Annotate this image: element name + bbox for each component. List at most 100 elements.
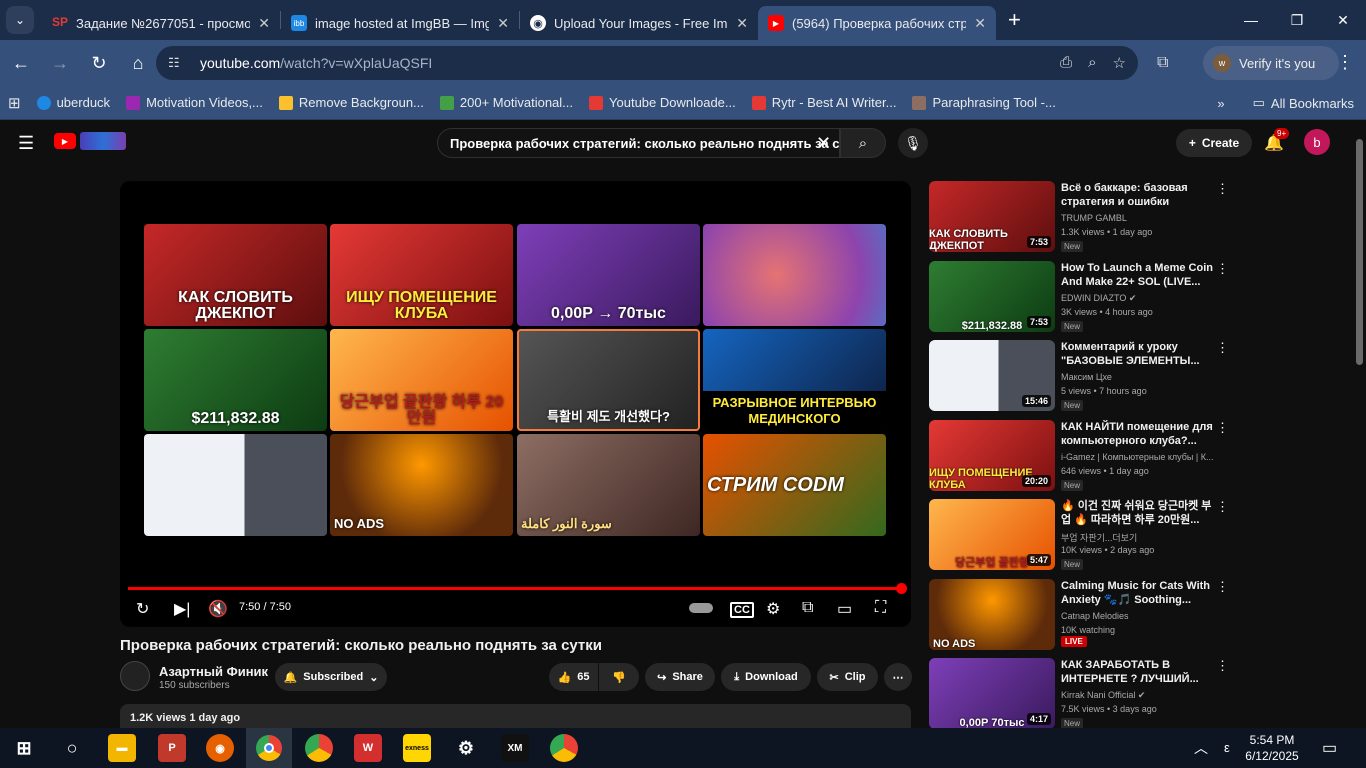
bookmark-star-icon[interactable]: ☆ (1113, 54, 1126, 72)
recommendation-item[interactable]: ИЩУ ПОМЕЩЕНИЕ КЛУБА 20:20 КАК НАЙТИ помещ… (929, 420, 1229, 492)
firefox-icon[interactable]: ◉ (206, 734, 234, 762)
tray-chevron-up-icon[interactable]: ︿ (1194, 738, 1208, 758)
recommendation-item[interactable]: КАК СЛОВИТЬ ДЖЕКПОТ 7:53 Всё о баккаре: б… (929, 181, 1229, 253)
settings-gear-icon[interactable]: ⚙ (766, 599, 780, 619)
video-title[interactable]: Комментарий к уроку "БАЗОВЫЕ ЭЛЕМЕНТЫ... (1061, 340, 1213, 368)
video-thumbnail[interactable]: 15:46 (929, 340, 1055, 411)
address-bar[interactable]: ☷ youtube.com/watch?v=wXplaUaQSFI ⎙ ⌕ ☆ (156, 46, 1138, 80)
youtube-doodle[interactable] (80, 132, 126, 150)
channel-name[interactable]: i-Gamez | Компьютерные клубы | К... (1061, 452, 1213, 462)
endscreen-video-5[interactable]: 당근부업 끝판왕 하루 20만원 (330, 329, 513, 431)
more-vertical-icon[interactable]: ⋮ (1216, 420, 1229, 436)
browser-menu-icon[interactable]: ⋮ (1336, 52, 1354, 73)
notifications-bell-icon[interactable]: 🔔 9+ (1264, 128, 1290, 153)
download-button[interactable]: ⤓ Download (721, 663, 811, 691)
video-title[interactable]: 🔥 이건 진짜 쉬워요 당근마켓 부업 🔥 따라하면 하루 20만원... (1061, 499, 1213, 527)
settings-gear-icon[interactable]: ⚙ (452, 734, 480, 762)
video-thumbnail[interactable]: 0,00Р 70тыс 4:17 (929, 658, 1055, 729)
theater-mode-icon[interactable]: ▭ (837, 599, 852, 619)
close-tab-icon[interactable]: ✕ (974, 15, 986, 32)
clip-button[interactable]: ✂ Clip (817, 663, 878, 691)
dislike-button[interactable]: 👎 (599, 663, 639, 691)
more-actions-button[interactable]: ⋯ (884, 663, 912, 691)
xm-app-icon[interactable]: XM (501, 734, 529, 762)
bookmark-2[interactable]: Remove Backgroun... (271, 95, 432, 110)
recommendation-item[interactable]: 15:46 Комментарий к уроку "БАЗОВЫЕ ЭЛЕМЕ… (929, 340, 1229, 412)
bookmark-5[interactable]: Rytr - Best AI Writer... (744, 95, 905, 110)
more-vertical-icon[interactable]: ⋮ (1216, 261, 1229, 277)
share-button[interactable]: ↪ Share (645, 663, 715, 691)
bookmark-6[interactable]: Paraphrasing Tool -... (904, 95, 1063, 110)
exness-icon[interactable]: exness (403, 734, 431, 762)
recommendation-item[interactable]: $211,832.88 7:53 How To Launch a Meme Coi… (929, 261, 1229, 333)
next-icon[interactable]: ▶| (174, 599, 190, 619)
youtube-logo-icon[interactable]: ▶ (54, 133, 76, 149)
recommendation-item[interactable]: 당근부업 끝판왕 5:47 🔥 이건 진짜 쉬워요 당근마켓 부업 🔥 따라하면 … (929, 499, 1229, 571)
endscreen-video-10[interactable]: سورة النور كاملة (517, 434, 700, 536)
input-language[interactable]: ε (1224, 740, 1230, 755)
forward-button[interactable]: → (42, 45, 78, 81)
url-text[interactable]: youtube.com/watch?v=wXplaUaQSFI (200, 55, 432, 71)
install-app-icon[interactable]: ⎙ (1060, 54, 1072, 72)
endscreen-video-1[interactable]: ИЩУ ПОМЕЩЕНИЕ КЛУБА (330, 224, 513, 326)
recommendation-item[interactable]: 0,00Р 70тыс 4:17 КАК ЗАРАБОТАТЬ В ИНТЕРНЕ… (929, 658, 1229, 730)
like-button[interactable]: 👍 65 (549, 663, 598, 691)
more-vertical-icon[interactable]: ⋮ (1216, 499, 1229, 515)
video-thumbnail[interactable]: КАК СЛОВИТЬ ДЖЕКПОТ 7:53 (929, 181, 1055, 252)
tab-search-button[interactable]: ⌄ (6, 6, 34, 34)
more-vertical-icon[interactable]: ⋮ (1216, 658, 1229, 674)
home-button[interactable]: ⌂ (120, 45, 156, 81)
channel-avatar[interactable] (120, 661, 150, 691)
scrollbar-thumb[interactable] (1356, 139, 1363, 365)
video-thumbnail[interactable]: NO ADS (929, 579, 1055, 650)
maximize-icon[interactable]: ❐ (1274, 0, 1320, 40)
start-windows-icon[interactable]: ⊞ (10, 734, 38, 762)
close-tab-icon[interactable]: ✕ (258, 15, 270, 32)
account-avatar[interactable]: b (1304, 129, 1330, 155)
fullscreen-icon[interactable]: ⛶ (875, 599, 886, 617)
miniplayer-icon[interactable]: ⧉ (802, 599, 813, 617)
mute-icon[interactable]: 🔇 (208, 599, 228, 619)
verify-profile-button[interactable]: w Verify it's you (1203, 46, 1339, 80)
clear-search-icon[interactable]: ✕ (816, 133, 831, 154)
tab-0[interactable]: SP Задание №2677051 - просмотр ✕ (42, 6, 280, 40)
endscreen-video-6[interactable]: 특활비 제도 개선했다? (517, 329, 700, 431)
zoom-icon[interactable]: ⌕ (1088, 54, 1096, 72)
endscreen-video-0[interactable]: КАК СЛОВИТЬ ДЖЕКПОТ (144, 224, 327, 326)
back-button[interactable]: ← (3, 45, 39, 81)
search-input[interactable]: Проверка рабочих стратегий: сколько реал… (437, 128, 840, 158)
progress-bar[interactable] (128, 587, 903, 590)
system-clock[interactable]: 5:54 PM 6/12/2025 (1236, 732, 1308, 764)
tab-1[interactable]: ibb image hosted at ImgBB — ImgBB ✕ (281, 6, 519, 40)
bookmark-0[interactable]: uberduck (29, 95, 118, 110)
video-thumbnail[interactable]: $211,832.88 7:53 (929, 261, 1055, 332)
endscreen-video-4[interactable]: $211,832.88 (144, 329, 327, 431)
video-player[interactable]: КАК СЛОВИТЬ ДЖЕКПОТ ИЩУ ПОМЕЩЕНИЕ КЛУБА … (120, 181, 911, 627)
pdf-app-icon[interactable]: P (158, 734, 186, 762)
close-tab-icon[interactable]: ✕ (736, 15, 748, 32)
video-title[interactable]: Всё о баккаре: базовая стратегия и ошибк… (1061, 181, 1213, 209)
endscreen-video-2[interactable]: 0,00Р → 70тыс (517, 224, 700, 326)
close-tab-icon[interactable]: ✕ (497, 15, 509, 32)
search-button[interactable]: ⌕ (840, 128, 886, 158)
bookmark-3[interactable]: 200+ Motivational... (432, 95, 581, 110)
guide-menu-icon[interactable]: ☰ (18, 133, 34, 154)
endscreen-video-8[interactable] (144, 434, 327, 536)
more-vertical-icon[interactable]: ⋮ (1216, 181, 1229, 197)
video-thumbnail[interactable]: ИЩУ ПОМЕЩЕНИЕ КЛУБА 20:20 (929, 420, 1055, 491)
apps-grid-icon[interactable]: ⊞ (0, 94, 29, 112)
extensions-icon[interactable]: ⧉ (1157, 54, 1168, 72)
endscreen-video-3[interactable] (703, 224, 886, 326)
voice-search-icon[interactable]: 🎙 (898, 128, 928, 158)
minimize-icon[interactable]: — (1228, 0, 1274, 40)
channel-name[interactable]: TRUMP GAMBL (1061, 213, 1213, 223)
channel-name[interactable]: 부업 자판기...더보기 (1061, 531, 1213, 544)
chrome-icon[interactable] (305, 734, 333, 762)
endscreen-video-7[interactable]: РАЗРЫВНОЕ ИНТЕРВЬЮ МЕДИНСКОГО (703, 329, 886, 431)
notification-center-icon[interactable]: ▭ (1322, 738, 1337, 758)
tab-3-active[interactable]: ▶ (5964) Проверка рабочих стра ✕ (758, 6, 996, 40)
wps-office-icon[interactable]: W (354, 734, 382, 762)
search-circle-icon[interactable]: ○ (58, 734, 86, 762)
channel-name[interactable]: Kirrak Nani Official ✔ (1061, 690, 1213, 701)
new-tab-button[interactable]: + (1008, 7, 1021, 33)
